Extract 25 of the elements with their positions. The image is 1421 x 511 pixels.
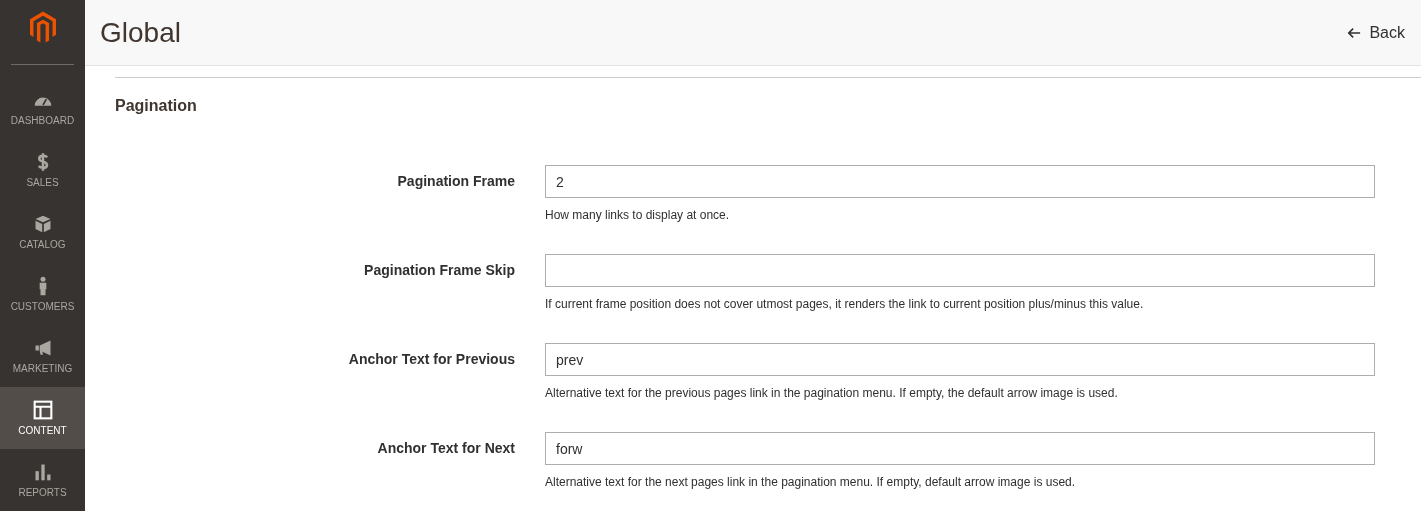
field-note: Alternative text for the previous pages link in the pagination menu. If empty, the default arrow image is used. bbox=[545, 386, 1119, 400]
field-note: If current frame position does not cover utmost pages, it renders the link to current position plus/minus this value. bbox=[545, 297, 1145, 311]
page-title: Global bbox=[100, 16, 181, 49]
text-field[interactable]: 2 bbox=[545, 165, 1375, 198]
sidebar-item[interactable]: MARKETING bbox=[0, 325, 85, 387]
sidebar-item[interactable]: DASHBOARD bbox=[0, 77, 85, 139]
sidebar-item[interactable]: CONTENT bbox=[0, 387, 85, 449]
field-note: How many links to display at once. bbox=[545, 208, 731, 222]
text-field[interactable] bbox=[545, 254, 1375, 287]
logo-icon[interactable] bbox=[29, 10, 56, 44]
section-title: Pagination bbox=[115, 97, 198, 115]
field-label: Anchor Text for Next bbox=[376, 439, 515, 456]
sidebar-item[interactable]: SALES bbox=[0, 139, 85, 201]
field-label: Pagination Frame Skip bbox=[363, 261, 515, 278]
field-note: Alternative text for the next pages link in the pagination menu. If empty, default arrow image is used. bbox=[545, 475, 1077, 489]
layout-icon bbox=[32, 400, 53, 420]
back-button[interactable]: Back bbox=[1347, 23, 1405, 42]
field-label: Anchor Text for Previous bbox=[347, 350, 515, 367]
sidebar-item[interactable]: REPORTS bbox=[0, 449, 85, 511]
arrow-left-icon bbox=[1347, 25, 1362, 40]
text-field[interactable]: prev bbox=[545, 343, 1375, 376]
field-label: Pagination Frame bbox=[396, 172, 515, 189]
text-field[interactable]: forw bbox=[545, 432, 1375, 465]
sidebar-item[interactable]: CATALOG bbox=[0, 201, 85, 263]
sidebar-item[interactable]: CUSTOMERS bbox=[0, 263, 85, 325]
